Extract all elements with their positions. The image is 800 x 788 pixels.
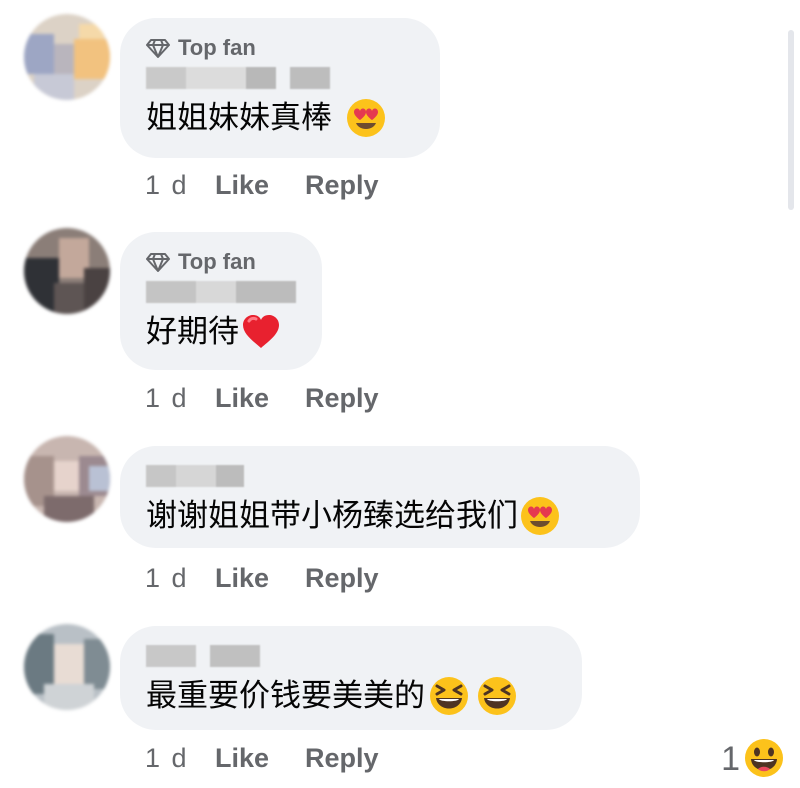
comment-bubble: Top fan 姐姐妹妹真棒: [120, 18, 440, 158]
comment-text: 好期待: [146, 308, 296, 356]
diamond-icon: [146, 39, 170, 58]
comment-text-content: 最重要价钱要美美的: [146, 678, 425, 713]
diamond-icon: [146, 253, 170, 272]
avatar[interactable]: [24, 624, 110, 710]
reply-button[interactable]: Reply: [305, 383, 379, 414]
avatar[interactable]: [24, 436, 110, 522]
grinning-squinting-emoji: [477, 676, 517, 716]
comment-actions: 1 d Like Reply: [145, 378, 379, 418]
comment-text: 谢谢姐姐带小杨臻选给我们: [146, 492, 614, 540]
timestamp[interactable]: 1 d: [145, 170, 215, 201]
badge-label: Top fan: [178, 249, 256, 274]
scrollbar[interactable]: [788, 30, 794, 210]
like-button[interactable]: Like: [215, 563, 305, 594]
timestamp[interactable]: 1 d: [145, 743, 215, 774]
heart-eyes-emoji: [520, 496, 560, 536]
comment-bubble: 最重要价钱要美美的: [120, 626, 582, 730]
comment-bubble: 谢谢姐姐带小杨臻选给我们: [120, 446, 640, 548]
avatar[interactable]: [24, 14, 110, 100]
grinning-face-emoji: [744, 738, 786, 780]
reply-button[interactable]: Reply: [305, 170, 379, 201]
heart-eyes-emoji: [346, 98, 386, 138]
reaction-summary[interactable]: 1: [721, 738, 786, 780]
badge-label: Top fan: [178, 35, 256, 60]
comment-actions: 1 d Like Reply: [145, 558, 379, 598]
author-name-redacted[interactable]: [146, 276, 296, 308]
comment-bubble: Top fan 好期待: [120, 232, 322, 370]
comment-text-content: 好期待: [146, 314, 239, 349]
comment-actions: 1 d Like Reply: [145, 165, 379, 205]
top-fan-badge: Top fan: [146, 34, 414, 62]
top-fan-badge: Top fan: [146, 248, 296, 276]
red-heart-emoji: [241, 312, 281, 352]
timestamp[interactable]: 1 d: [145, 383, 215, 414]
timestamp[interactable]: 1 d: [145, 563, 215, 594]
comment-text: 姐姐妹妹真棒: [146, 94, 414, 142]
like-button[interactable]: Like: [215, 383, 305, 414]
reaction-count: 1: [721, 739, 740, 778]
grinning-squinting-emoji: [429, 676, 469, 716]
avatar[interactable]: [24, 228, 110, 314]
author-name-redacted[interactable]: [146, 62, 414, 94]
reply-button[interactable]: Reply: [305, 743, 379, 774]
reply-button[interactable]: Reply: [305, 563, 379, 594]
author-name-redacted[interactable]: [146, 640, 556, 672]
comment-text-content: 姐姐妹妹真棒: [146, 100, 332, 135]
author-name-redacted[interactable]: [146, 460, 614, 492]
like-button[interactable]: Like: [215, 170, 305, 201]
comment-text: 最重要价钱要美美的: [146, 672, 556, 720]
comment-text-content: 谢谢姐姐带小杨臻选给我们: [146, 498, 518, 533]
comment-actions: 1 d Like Reply: [145, 738, 379, 778]
like-button[interactable]: Like: [215, 743, 305, 774]
